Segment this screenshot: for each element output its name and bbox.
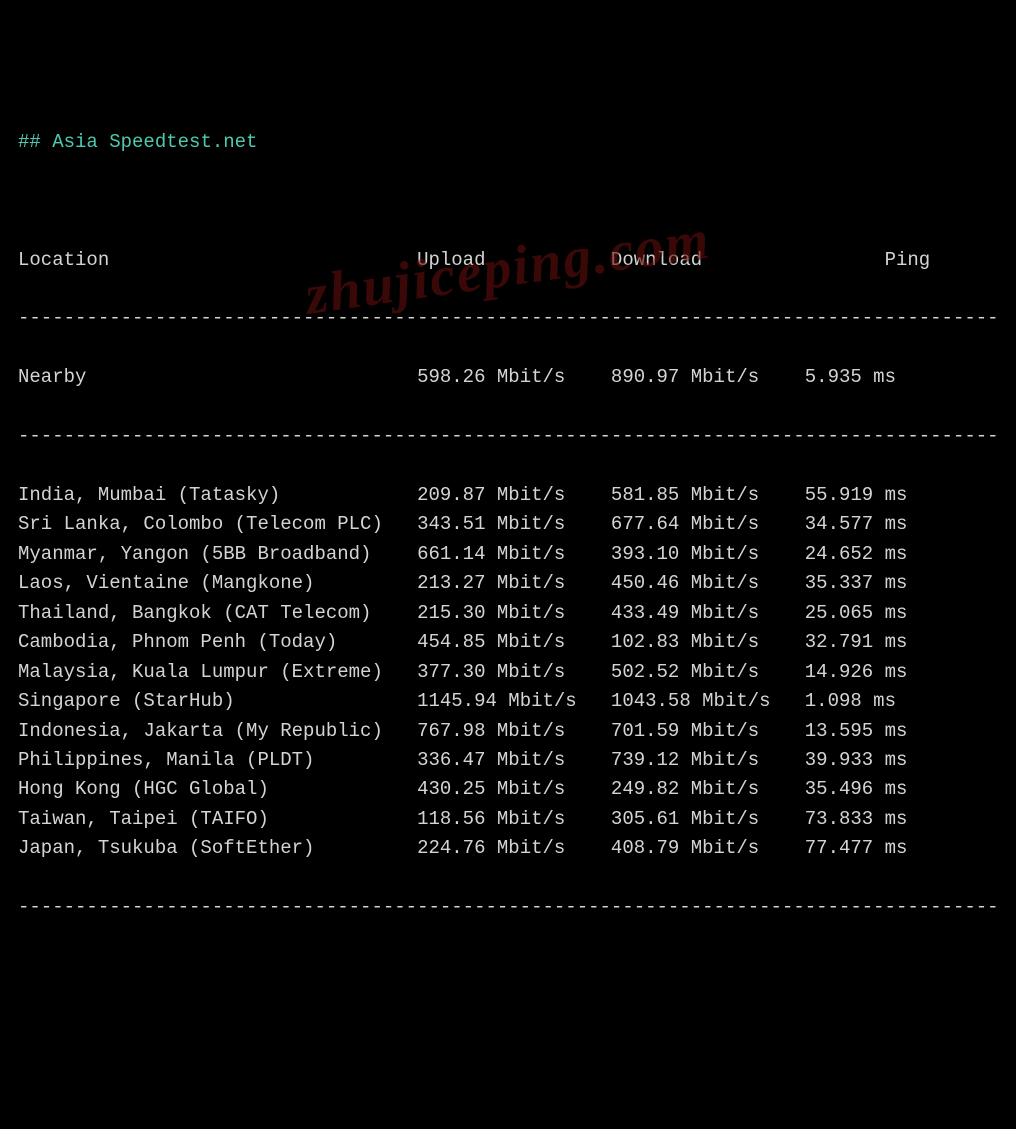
title-text: Asia Speedtest.net bbox=[52, 131, 257, 153]
table-row: Singapore (StarHub) 1145.94 Mbit/s 1043.… bbox=[18, 687, 998, 716]
cell-ping: 77.477 ms bbox=[805, 837, 930, 859]
cell-location: Taiwan, Taipei (TAIFO) bbox=[18, 808, 417, 830]
table-row: Hong Kong (HGC Global) 430.25 Mbit/s 249… bbox=[18, 775, 998, 804]
cell-upload: 661.14 Mbit/s bbox=[417, 543, 611, 565]
cell-download: 249.82 Mbit/s bbox=[611, 778, 805, 800]
cell-upload: 224.76 Mbit/s bbox=[417, 837, 611, 859]
cell-upload: 343.51 Mbit/s bbox=[417, 513, 611, 535]
cell-upload: 336.47 Mbit/s bbox=[417, 749, 611, 771]
cell-download: 408.79 Mbit/s bbox=[611, 837, 805, 859]
table-row: Myanmar, Yangon (5BB Broadband) 661.14 M… bbox=[18, 540, 998, 569]
cell-location: Thailand, Bangkok (CAT Telecom) bbox=[18, 602, 417, 624]
cell-location: Cambodia, Phnom Penh (Today) bbox=[18, 631, 417, 653]
cell-location: Japan, Tsukuba (SoftEther) bbox=[18, 837, 417, 859]
cell-download: 1043.58 Mbit/s bbox=[611, 690, 805, 712]
cell-upload: 118.56 Mbit/s bbox=[417, 808, 611, 830]
cell-ping: 55.919 ms bbox=[805, 484, 930, 506]
cell-location: Sri Lanka, Colombo (Telecom PLC) bbox=[18, 513, 417, 535]
cell-upload: 377.30 Mbit/s bbox=[417, 661, 611, 683]
col-download: Download bbox=[611, 249, 805, 271]
divider: ----------------------------------------… bbox=[18, 304, 998, 333]
table-row: Taiwan, Taipei (TAIFO) 118.56 Mbit/s 305… bbox=[18, 805, 998, 834]
cell-ping: 39.933 ms bbox=[805, 749, 930, 771]
cell-download: 305.61 Mbit/s bbox=[611, 808, 805, 830]
cell-ping: 14.926 ms bbox=[805, 661, 930, 683]
cell-ping: 24.652 ms bbox=[805, 543, 930, 565]
table-row: India, Mumbai (Tatasky) 209.87 Mbit/s 58… bbox=[18, 481, 998, 510]
table-row: Indonesia, Jakarta (My Republic) 767.98 … bbox=[18, 717, 998, 746]
cell-download: 677.64 Mbit/s bbox=[611, 513, 805, 535]
cell-upload: 213.27 Mbit/s bbox=[417, 572, 611, 594]
cell-upload: 454.85 Mbit/s bbox=[417, 631, 611, 653]
cell-location: Indonesia, Jakarta (My Republic) bbox=[18, 720, 417, 742]
cell-upload: 430.25 Mbit/s bbox=[417, 778, 611, 800]
table-row: Cambodia, Phnom Penh (Today) 454.85 Mbit… bbox=[18, 628, 998, 657]
cell-ping: 34.577 ms bbox=[805, 513, 930, 535]
table-row: Sri Lanka, Colombo (Telecom PLC) 343.51 … bbox=[18, 510, 998, 539]
cell-location: Hong Kong (HGC Global) bbox=[18, 778, 417, 800]
cell-download: 450.46 Mbit/s bbox=[611, 572, 805, 594]
cell-download: 393.10 Mbit/s bbox=[611, 543, 805, 565]
cell-location: Laos, Vientaine (Mangkone) bbox=[18, 572, 417, 594]
divider: ----------------------------------------… bbox=[18, 893, 998, 922]
cell-upload: 767.98 Mbit/s bbox=[417, 720, 611, 742]
table-header: Location Upload Download Ping bbox=[18, 246, 998, 275]
cell-download: 433.49 Mbit/s bbox=[611, 602, 805, 624]
col-upload: Upload bbox=[417, 249, 611, 271]
col-ping: Ping bbox=[805, 249, 930, 271]
cell-location: Singapore (StarHub) bbox=[18, 690, 417, 712]
cell-download: 502.52 Mbit/s bbox=[611, 661, 805, 683]
cell-download: 701.59 Mbit/s bbox=[611, 720, 805, 742]
col-location: Location bbox=[18, 249, 417, 271]
cell-ping: 32.791 ms bbox=[805, 631, 930, 653]
table-row: Philippines, Manila (PLDT) 336.47 Mbit/s… bbox=[18, 746, 998, 775]
cell-ping: 35.496 ms bbox=[805, 778, 930, 800]
nearby-row: Nearby 598.26 Mbit/s 890.97 Mbit/s 5.935… bbox=[18, 363, 998, 392]
divider: ----------------------------------------… bbox=[18, 422, 998, 451]
cell-location: Philippines, Manila (PLDT) bbox=[18, 749, 417, 771]
cell-ping: 1.098 ms bbox=[805, 690, 930, 712]
title-hash: ## bbox=[18, 131, 41, 153]
cell-location: India, Mumbai (Tatasky) bbox=[18, 484, 417, 506]
cell-location: Nearby bbox=[18, 366, 417, 388]
cell-upload: 1145.94 Mbit/s bbox=[417, 690, 611, 712]
table-row: Malaysia, Kuala Lumpur (Extreme) 377.30 … bbox=[18, 658, 998, 687]
cell-download: 739.12 Mbit/s bbox=[611, 749, 805, 771]
cell-download: 890.97 Mbit/s bbox=[611, 366, 805, 388]
table-row: Japan, Tsukuba (SoftEther) 224.76 Mbit/s… bbox=[18, 834, 998, 863]
cell-upload: 215.30 Mbit/s bbox=[417, 602, 611, 624]
cell-ping: 25.065 ms bbox=[805, 602, 930, 624]
section-title: ## Asia Speedtest.net bbox=[18, 128, 998, 157]
cell-upload: 598.26 Mbit/s bbox=[417, 366, 611, 388]
cell-ping: 35.337 ms bbox=[805, 572, 930, 594]
cell-location: Malaysia, Kuala Lumpur (Extreme) bbox=[18, 661, 417, 683]
table-body: India, Mumbai (Tatasky) 209.87 Mbit/s 58… bbox=[18, 481, 998, 864]
table-row: Laos, Vientaine (Mangkone) 213.27 Mbit/s… bbox=[18, 569, 998, 598]
cell-ping: 13.595 ms bbox=[805, 720, 930, 742]
blank-line bbox=[18, 187, 998, 216]
cell-ping: 5.935 ms bbox=[805, 366, 930, 388]
table-row: Thailand, Bangkok (CAT Telecom) 215.30 M… bbox=[18, 599, 998, 628]
cell-ping: 73.833 ms bbox=[805, 808, 930, 830]
cell-location: Myanmar, Yangon (5BB Broadband) bbox=[18, 543, 417, 565]
cell-download: 102.83 Mbit/s bbox=[611, 631, 805, 653]
cell-download: 581.85 Mbit/s bbox=[611, 484, 805, 506]
cell-upload: 209.87 Mbit/s bbox=[417, 484, 611, 506]
